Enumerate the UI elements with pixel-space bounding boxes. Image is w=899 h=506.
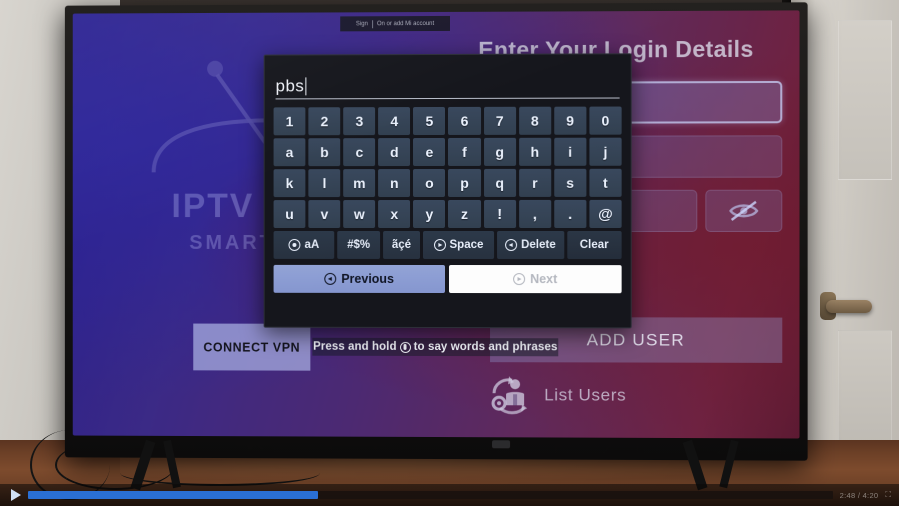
key-delete-label: Delete	[521, 239, 556, 252]
key-5[interactable]: 5	[413, 106, 446, 136]
fullscreen-icon[interactable]: ⛶	[885, 490, 891, 500]
voice-hint-after: to say words and phrases	[413, 340, 558, 354]
progress-bar[interactable]	[28, 491, 833, 499]
key-w[interactable]: w	[343, 200, 376, 229]
key-e[interactable]: e	[413, 137, 446, 167]
key-7[interactable]: 7	[483, 106, 516, 135]
keyboard-row-u-at: u v w x y z ! , . @	[273, 199, 622, 229]
key-space-label: Space	[449, 239, 484, 252]
tv-screen: IPTV SMART Enter Your Login Details CONN…	[72, 10, 800, 439]
key-x[interactable]: x	[378, 200, 411, 229]
play-icon[interactable]	[11, 489, 21, 501]
circle-right-icon	[433, 239, 446, 252]
key-case-toggle-label: aA	[304, 238, 320, 251]
keyboard-nav-row: Previous Next	[273, 264, 622, 294]
door-handle	[826, 300, 872, 313]
key-z[interactable]: z	[448, 199, 481, 228]
circle-left-icon	[505, 239, 518, 252]
key-comma[interactable]: ,	[518, 199, 551, 228]
key-8[interactable]: 8	[518, 106, 551, 135]
key-u[interactable]: u	[273, 200, 306, 229]
key-case-toggle[interactable]: aA	[273, 231, 335, 259]
key-4[interactable]: 4	[378, 107, 411, 136]
keyboard-input-value: pbs	[275, 76, 305, 96]
key-3[interactable]: 3	[343, 107, 376, 136]
key-q[interactable]: q	[483, 168, 516, 197]
key-0[interactable]: 0	[589, 106, 622, 135]
eye-slash-icon	[729, 200, 759, 222]
key-space[interactable]: Space	[422, 230, 494, 260]
key-l[interactable]: l	[308, 169, 341, 198]
room-photo-scene: IPTV SMART Enter Your Login Details CONN…	[0, 0, 899, 506]
key-d[interactable]: d	[378, 138, 411, 167]
next-button[interactable]: Next	[448, 265, 622, 294]
keyboard-function-row: aA #$% ãçé Space Delete Clear	[273, 230, 622, 260]
key-p[interactable]: p	[448, 168, 481, 197]
key-n[interactable]: n	[378, 169, 411, 198]
voice-hint-before: Press and hold	[313, 340, 397, 353]
key-a[interactable]: a	[273, 138, 306, 167]
key-f[interactable]: f	[448, 137, 481, 166]
key-accents[interactable]: ãçé	[383, 231, 420, 259]
list-users-button[interactable]: List Users	[490, 372, 727, 418]
previous-button[interactable]: Previous	[273, 264, 445, 294]
key-delete[interactable]: Delete	[496, 230, 564, 260]
progress-bar-fill	[28, 491, 318, 499]
next-button-label: Next	[530, 272, 558, 287]
voice-hint: Press and hold to say words and phrases	[312, 337, 559, 357]
key-exclamation[interactable]: !	[483, 199, 516, 228]
key-h[interactable]: h	[518, 137, 551, 166]
circle-left-icon	[324, 272, 337, 285]
keyboard-row-digits: 1 2 3 4 5 6 7 8 9 0	[273, 106, 622, 136]
player-time-label: 2:48 / 4:20	[839, 490, 879, 500]
key-i[interactable]: i	[553, 137, 587, 166]
television: IPTV SMART Enter Your Login Details CONN…	[64, 2, 808, 461]
door-panel-upper	[838, 20, 892, 180]
key-2[interactable]: 2	[308, 107, 341, 136]
tv-brand-badge	[492, 440, 511, 449]
dot-circle-icon	[288, 238, 301, 251]
on-screen-keyboard: pbs 1 2 3 4 5 6 7 8 9 0 a b c d e f g h …	[263, 53, 632, 329]
previous-button-label: Previous	[341, 271, 394, 286]
list-users-icon	[490, 375, 532, 415]
list-users-label: List Users	[544, 384, 627, 405]
key-r[interactable]: r	[518, 168, 551, 197]
password-visibility-toggle[interactable]	[705, 189, 783, 233]
key-b[interactable]: b	[308, 138, 341, 167]
keyboard-row-k-t: k l m n o p q r s t	[273, 168, 622, 198]
key-o[interactable]: o	[413, 168, 446, 198]
tv-topbar-separator	[371, 19, 373, 28]
key-y[interactable]: y	[413, 199, 446, 229]
keyboard-text-input[interactable]: pbs	[275, 68, 620, 100]
tv-bezel: IPTV SMART Enter Your Login Details CONN…	[72, 10, 800, 439]
tv-topbar-right: On or add Mi account	[376, 20, 435, 27]
iptv-logo-word: IPTV	[171, 187, 255, 226]
key-clear[interactable]: Clear	[566, 230, 622, 260]
tv-system-topbar: Sign On or add Mi account	[340, 15, 450, 32]
key-m[interactable]: m	[343, 169, 376, 198]
key-j[interactable]: j	[589, 137, 622, 166]
key-g[interactable]: g	[483, 137, 516, 166]
keyboard-row-a-j: a b c d e f g h i j	[273, 137, 622, 167]
key-v[interactable]: v	[308, 200, 341, 229]
connect-vpn-button[interactable]: CONNECT VPN	[193, 323, 311, 371]
key-at[interactable]: @	[589, 199, 622, 228]
key-t[interactable]: t	[589, 168, 622, 197]
key-c[interactable]: c	[343, 138, 376, 167]
key-k[interactable]: k	[273, 169, 306, 198]
iptv-logo-tagline: SMART	[189, 231, 275, 254]
key-period[interactable]: .	[553, 199, 587, 228]
video-player-controls: 2:48 / 4:20 ⛶	[0, 484, 899, 506]
cable	[120, 460, 320, 486]
key-symbols[interactable]: #$%	[337, 231, 381, 259]
key-s[interactable]: s	[553, 168, 587, 197]
key-9[interactable]: 9	[553, 106, 587, 135]
key-6[interactable]: 6	[448, 106, 481, 135]
mic-circle-icon	[399, 341, 411, 353]
circle-right-icon	[513, 273, 526, 286]
text-caret	[305, 77, 307, 96]
tv-topbar-left: Sign	[355, 20, 368, 27]
key-1[interactable]: 1	[273, 107, 306, 136]
